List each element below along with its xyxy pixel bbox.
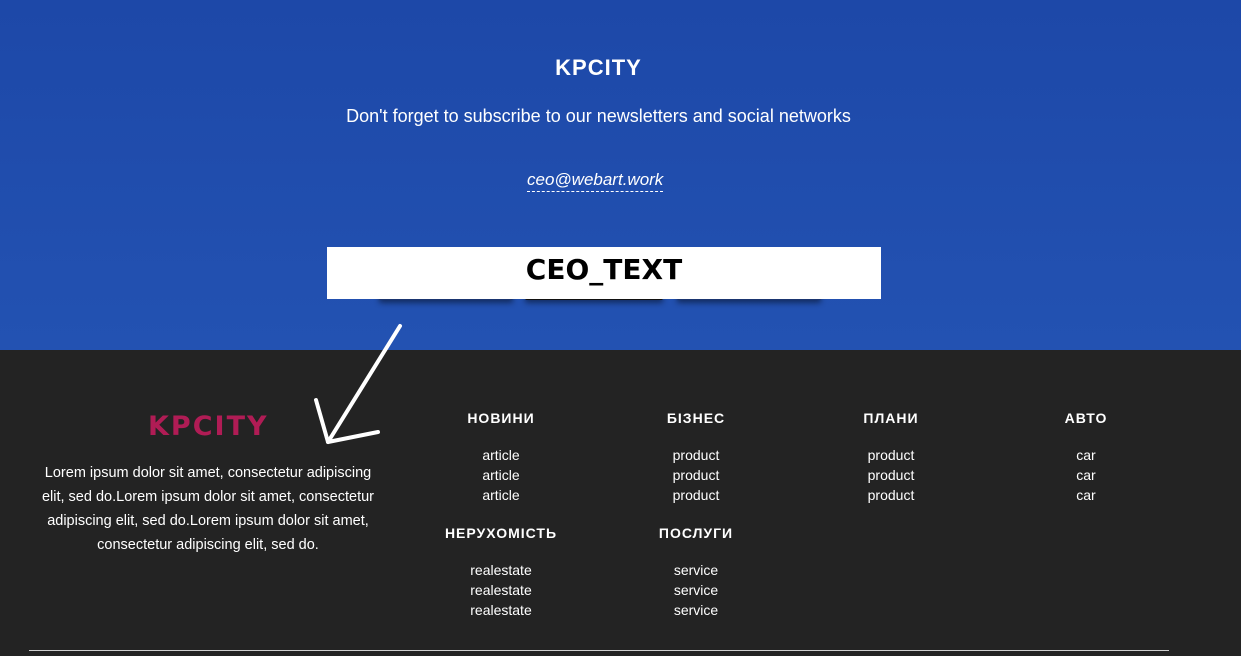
footer-column-title: АВТО [1064, 410, 1108, 426]
footer-divider [29, 650, 1169, 651]
footer-link[interactable]: product [791, 465, 991, 485]
annotation-arrow-icon [314, 324, 402, 444]
footer-link[interactable]: article [401, 485, 601, 505]
subscribe-tagline: Don't forget to subscribe to our newslet… [346, 106, 851, 126]
newsletter-section: KPCITY Don't forget to subscribe to our … [0, 0, 1241, 350]
footer-link[interactable]: product [596, 465, 796, 485]
footer-column-list: service service service [596, 560, 796, 620]
footer-link[interactable]: realestate [401, 600, 601, 620]
footer-link[interactable]: product [596, 445, 796, 465]
footer-column-title: НЕРУХОМІСТЬ [444, 525, 558, 541]
footer-link[interactable]: car [986, 465, 1186, 485]
footer-description: Lorem ipsum dolor sit amet, consectetur … [41, 465, 375, 553]
footer-column-list: product product product [791, 445, 991, 505]
footer-link[interactable]: car [986, 485, 1186, 505]
ceo-text-overlay: CEO_TEXT [327, 247, 881, 299]
footer-link[interactable]: realestate [401, 560, 601, 580]
footer-column-title: НОВИНИ [467, 410, 535, 426]
footer-column-title: ПЛАНИ [863, 410, 919, 426]
newsletter-brand: KPCITY [555, 55, 642, 80]
footer-column-title: ПОСЛУГИ [658, 525, 734, 541]
footer-link[interactable]: service [596, 560, 796, 580]
footer-column-list: car car car [986, 445, 1186, 505]
footer-column-list: realestate realestate realestate [401, 560, 601, 620]
footer-link[interactable]: car [986, 445, 1186, 465]
footer-link[interactable]: product [791, 485, 991, 505]
footer-brand-logo[interactable]: KPCITY [148, 411, 269, 442]
footer-link[interactable]: product [791, 445, 991, 465]
footer-column-list: article article article [401, 445, 601, 505]
footer-column-title: БІЗНЕС [666, 410, 726, 426]
email-link[interactable]: ceo@webart.work [527, 170, 664, 192]
footer-link[interactable]: service [596, 600, 796, 620]
footer-link[interactable]: realestate [401, 580, 601, 600]
footer-column-list: product product product [596, 445, 796, 505]
footer-link[interactable]: service [596, 580, 796, 600]
footer-link[interactable]: article [401, 465, 601, 485]
footer-link[interactable]: product [596, 485, 796, 505]
footer-link[interactable]: article [401, 445, 601, 465]
